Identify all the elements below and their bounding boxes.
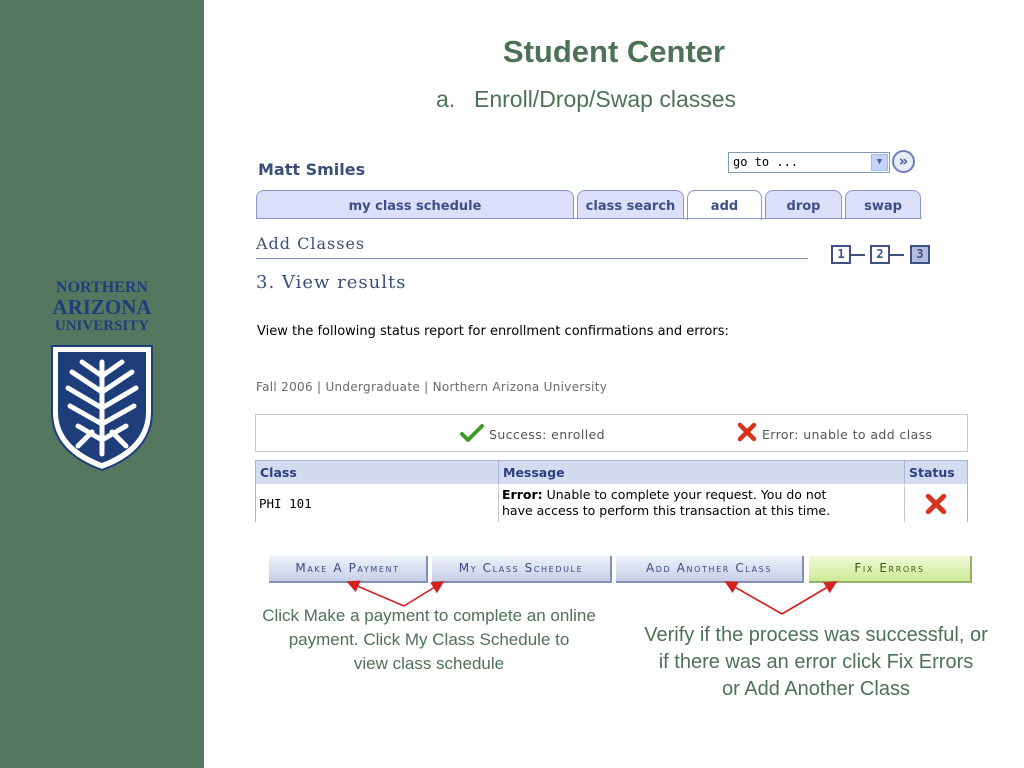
callout-left-line-2: payment. Click My Class Schedule to: [288, 630, 570, 649]
callout-right-line-3: or Add Another Class: [722, 678, 910, 700]
callout-right-line-1: Verify if the process was successful, or: [644, 624, 988, 646]
callout-left-line-1: Click Make a payment to complete an onli…: [262, 606, 596, 625]
callout-left: Click Make a payment to complete an onli…: [206, 604, 652, 676]
callout-right-line-2: if there was an error click Fix Errors: [658, 651, 974, 673]
callout-right: Verify if the process was successful, or…: [612, 622, 1020, 703]
callout-left-line-3: view class schedule: [353, 654, 505, 673]
